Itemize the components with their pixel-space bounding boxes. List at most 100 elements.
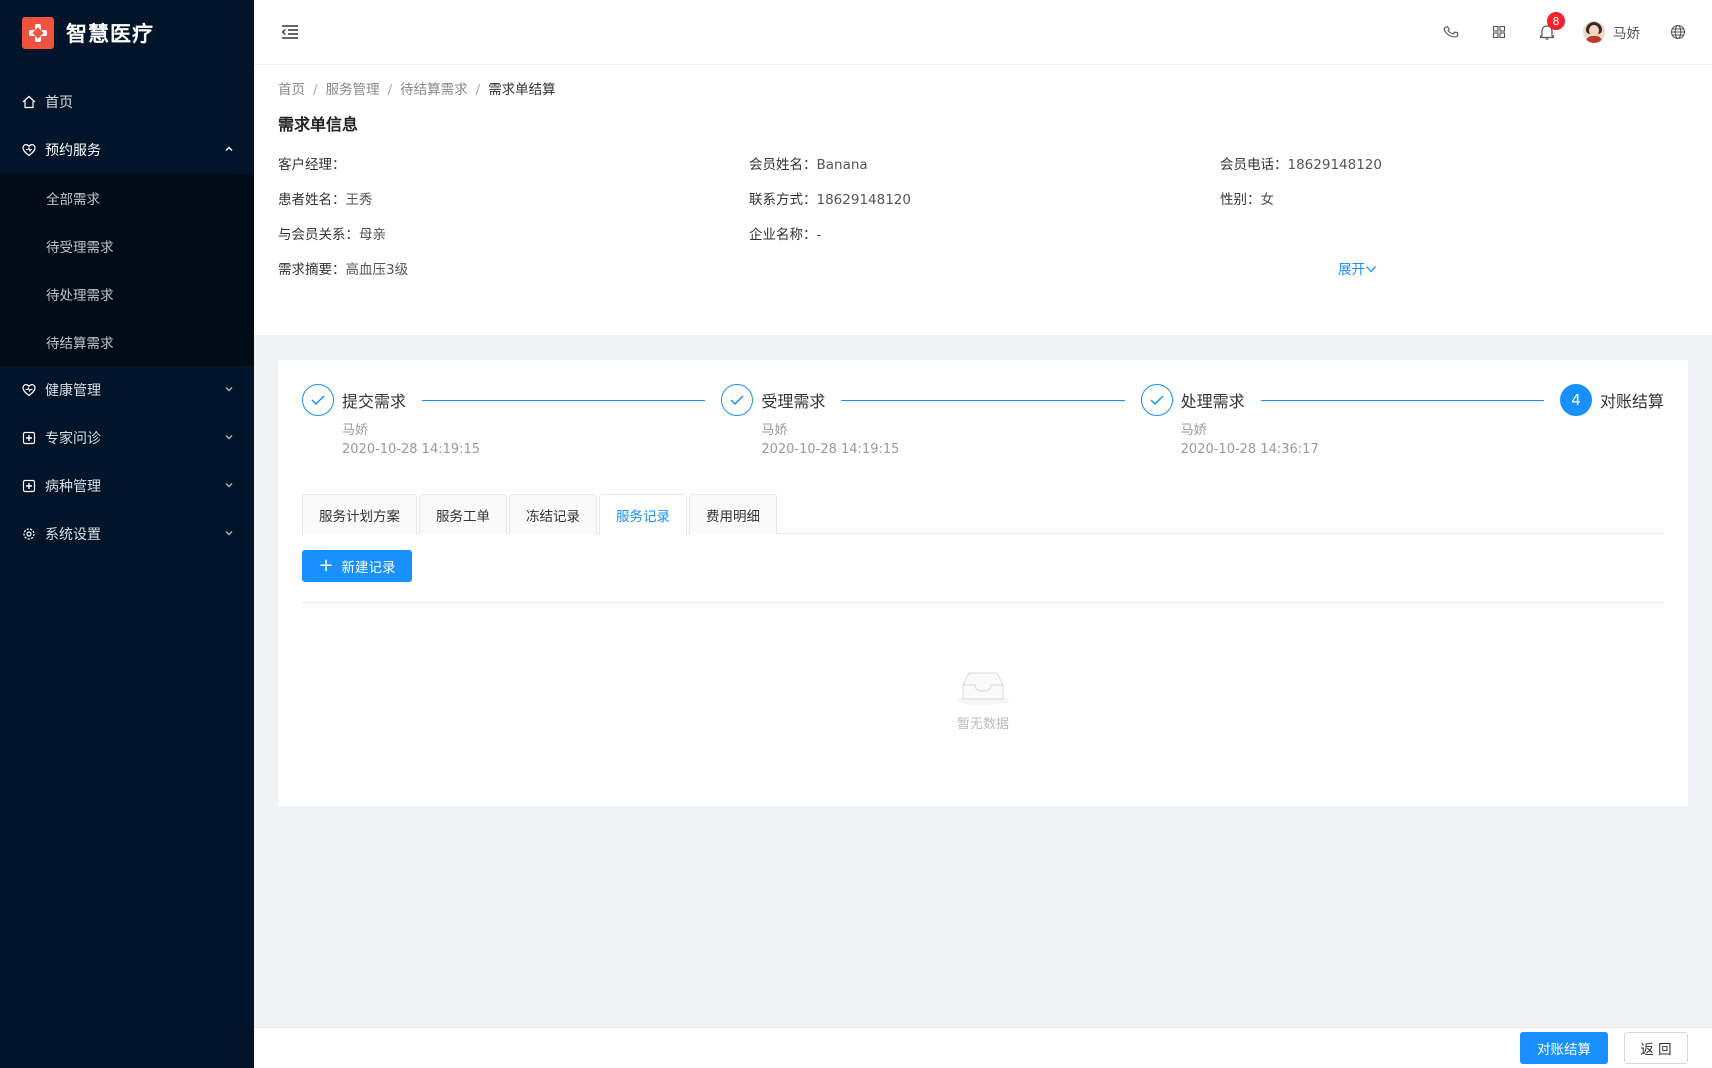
settle-button[interactable]: 对账结算 bbox=[1520, 1032, 1608, 1064]
plus-icon: + bbox=[318, 555, 334, 576]
app-logo[interactable]: 智慧医疗 bbox=[0, 0, 254, 66]
step-time: 2020-10-28 14:19:15 bbox=[342, 442, 481, 457]
logo-icon bbox=[22, 17, 54, 49]
process-card: 提交需求 马娇 2020-10-28 14:19:15 受理需求 马娇 2020… bbox=[278, 360, 1688, 806]
empty-inbox-icon bbox=[955, 667, 1011, 707]
step-time: 2020-10-28 14:36:17 bbox=[1180, 442, 1319, 457]
chevron-down-icon bbox=[224, 384, 234, 397]
sidebar-item-appointment[interactable]: 预约服务 bbox=[0, 126, 254, 174]
info-patient-name: 患者姓名：王秀 bbox=[278, 192, 373, 208]
sidebar-item-label: 健康管理 bbox=[45, 383, 101, 399]
progress-steps: 提交需求 马娇 2020-10-28 14:19:15 受理需求 马娇 2020… bbox=[302, 384, 1664, 474]
sidebar-item-pending-accept[interactable]: 待受理需求 bbox=[0, 222, 254, 270]
sidebar-item-label: 首页 bbox=[45, 95, 73, 111]
sidebar: 智慧医疗 首页 预约服务 全部需求 待受理需求 待处理需求 待结算需求 健康管理… bbox=[0, 0, 254, 1068]
menu-fold-icon[interactable] bbox=[280, 24, 300, 40]
new-record-button[interactable]: + 新建记录 bbox=[302, 550, 412, 582]
top-header: 8 马娇 bbox=[254, 0, 1712, 65]
info-empty bbox=[1220, 223, 1691, 241]
header-actions: 8 马娇 bbox=[1427, 12, 1702, 43]
bell-icon[interactable]: 8 bbox=[1537, 12, 1565, 42]
grid-icon[interactable] bbox=[1489, 22, 1509, 42]
step-number: 4 bbox=[1559, 384, 1592, 416]
step-connector bbox=[841, 399, 1125, 401]
info-empty bbox=[749, 258, 1220, 276]
sidebar-menu: 首页 预约服务 全部需求 待受理需求 待处理需求 待结算需求 健康管理 专家问诊… bbox=[0, 78, 254, 558]
step-time: 2020-10-28 14:19:15 bbox=[761, 442, 900, 457]
step-process: 处理需求 马娇 2020-10-28 14:36:17 bbox=[1140, 384, 1560, 474]
heart-pulse-icon bbox=[22, 383, 36, 397]
sidebar-item-label: 病种管理 bbox=[45, 479, 101, 495]
info-expand-cell: 展开 bbox=[1220, 258, 1691, 278]
main-content: 首页 / 服务管理 / 待结算需求 / 需求单结算 需求单信息 客户经理： 会员姓名：Ban… bbox=[254, 65, 1712, 806]
sidebar-item-label: 系统设置 bbox=[45, 527, 101, 543]
action-footer: 对账结算 返 回 bbox=[254, 1027, 1712, 1068]
new-record-label: 新建记录 bbox=[341, 560, 396, 576]
sidebar-item-consultation[interactable]: 专家问诊 bbox=[0, 414, 254, 462]
step-settle: 4 对账结算 bbox=[1559, 384, 1664, 474]
chevron-up-icon bbox=[224, 144, 234, 157]
divider bbox=[302, 602, 1664, 603]
check-icon bbox=[721, 384, 754, 416]
tab-freeze-record[interactable]: 冻结记录 bbox=[509, 494, 597, 534]
info-customer-manager: 客户经理： bbox=[278, 157, 346, 173]
sidebar-item-label: 专家问诊 bbox=[45, 431, 101, 447]
step-title: 处理需求 bbox=[1180, 392, 1245, 411]
sidebar-item-disease[interactable]: 病种管理 bbox=[0, 462, 254, 510]
step-connector bbox=[1260, 399, 1544, 401]
medical-plus-icon bbox=[22, 431, 36, 445]
notification-badge: 8 bbox=[1547, 12, 1565, 30]
expand-link[interactable]: 展开 bbox=[1338, 262, 1377, 278]
step-title: 对账结算 bbox=[1599, 392, 1664, 411]
step-person: 马娇 bbox=[1180, 423, 1207, 438]
sidebar-item-home[interactable]: 首页 bbox=[0, 78, 254, 126]
chevron-down-icon bbox=[1365, 262, 1377, 278]
sidebar-item-health[interactable]: 健康管理 bbox=[0, 366, 254, 414]
tab-service-record[interactable]: 服务记录 bbox=[599, 494, 687, 535]
tab-service-plan[interactable]: 服务计划方案 bbox=[302, 494, 417, 534]
sidebar-item-all-demands[interactable]: 全部需求 bbox=[0, 174, 254, 222]
empty-state: 暂无数据 bbox=[302, 667, 1664, 732]
chevron-down-icon bbox=[224, 528, 234, 541]
globe-icon[interactable] bbox=[1668, 22, 1688, 42]
info-grid: 客户经理： 会员姓名：Banana 会员电话：18629148120 患者姓名：… bbox=[278, 153, 1691, 278]
step-submit: 提交需求 马娇 2020-10-28 14:19:15 bbox=[302, 384, 721, 474]
user-name: 马娇 bbox=[1613, 26, 1640, 42]
info-gender: 性别：女 bbox=[1220, 192, 1274, 208]
page-title: 需求单信息 bbox=[278, 115, 359, 134]
info-member-name: 会员姓名：Banana bbox=[749, 157, 868, 173]
record-tabs: 服务计划方案 服务工单 冻结记录 服务记录 费用明细 bbox=[302, 494, 1664, 535]
step-title: 受理需求 bbox=[761, 392, 826, 411]
check-icon bbox=[302, 384, 334, 416]
avatar bbox=[1583, 21, 1605, 43]
user-menu[interactable]: 马娇 bbox=[1583, 21, 1640, 43]
step-connector bbox=[422, 399, 706, 401]
info-summary: 需求摘要：高血压3级 bbox=[278, 262, 409, 278]
chevron-down-icon bbox=[224, 432, 234, 445]
heart-shield-icon bbox=[22, 143, 36, 157]
breadcrumb: 首页 / 服务管理 / 待结算需求 / 需求单结算 bbox=[278, 82, 556, 98]
phone-icon[interactable] bbox=[1441, 22, 1461, 42]
breadcrumb-service-management[interactable]: 服务管理 bbox=[326, 82, 380, 98]
step-person: 马娇 bbox=[342, 423, 369, 438]
check-icon bbox=[1140, 384, 1173, 416]
step-person: 马娇 bbox=[761, 423, 788, 438]
breadcrumb-home[interactable]: 首页 bbox=[278, 82, 305, 98]
breadcrumb-pending-settle[interactable]: 待结算需求 bbox=[400, 82, 468, 98]
breadcrumb-current: 需求单结算 bbox=[488, 82, 556, 98]
tab-fee-details[interactable]: 费用明细 bbox=[689, 494, 777, 534]
demand-info-card: 首页 / 服务管理 / 待结算需求 / 需求单结算 需求单信息 客户经理： 会员姓名：Ban… bbox=[254, 65, 1712, 335]
gear-icon bbox=[22, 527, 36, 541]
sidebar-item-label: 预约服务 bbox=[45, 143, 101, 159]
back-button[interactable]: 返 回 bbox=[1624, 1032, 1688, 1064]
tab-work-order[interactable]: 服务工单 bbox=[419, 494, 507, 534]
sidebar-item-pending-process[interactable]: 待处理需求 bbox=[0, 270, 254, 318]
info-company: 企业名称：- bbox=[749, 227, 822, 243]
info-member-phone: 会员电话：18629148120 bbox=[1220, 157, 1382, 173]
step-accept: 受理需求 马娇 2020-10-28 14:19:15 bbox=[721, 384, 1140, 474]
step-title: 提交需求 bbox=[342, 392, 407, 411]
empty-text: 暂无数据 bbox=[956, 717, 1009, 732]
sidebar-item-pending-settle[interactable]: 待结算需求 bbox=[0, 318, 254, 366]
sidebar-item-settings[interactable]: 系统设置 bbox=[0, 510, 254, 558]
info-contact: 联系方式：18629148120 bbox=[749, 192, 911, 208]
